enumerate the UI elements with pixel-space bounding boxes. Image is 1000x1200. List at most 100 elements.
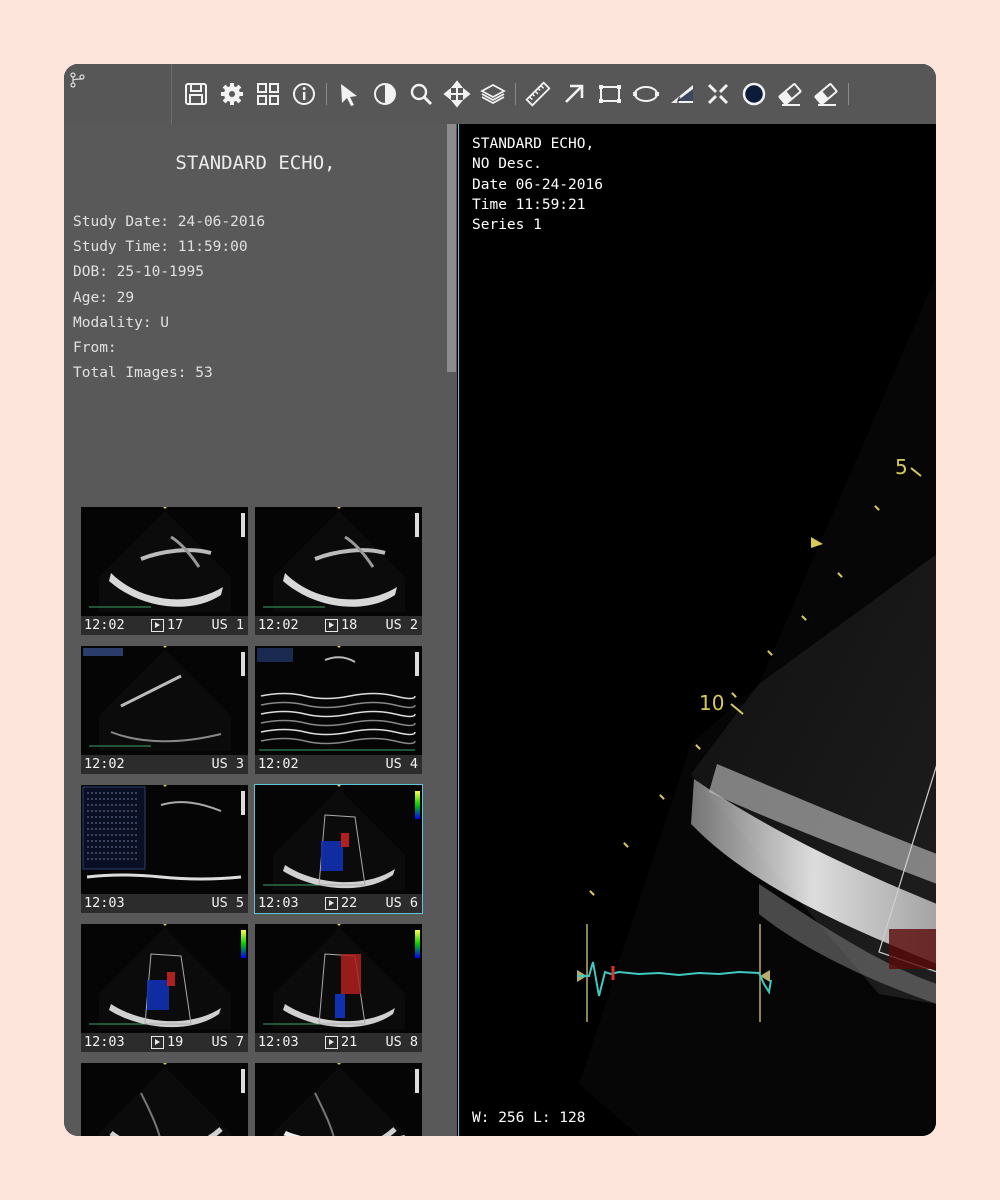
- thumbnail-series: US 4: [385, 756, 418, 772]
- ellipse-roi-button[interactable]: [628, 76, 664, 112]
- play-icon: [325, 618, 338, 632]
- study-info-line: Total Images: 53: [73, 365, 213, 382]
- thumbnail-series: US 1: [211, 617, 244, 633]
- info-icon: [293, 83, 315, 105]
- zoom-button[interactable]: [403, 76, 439, 112]
- crosshair-icon: [707, 83, 729, 105]
- save-button[interactable]: [178, 76, 214, 112]
- pointer-icon: [341, 84, 357, 106]
- overlay-line: NO Desc.: [472, 156, 542, 173]
- thumbnail-time: 12:03: [84, 895, 125, 911]
- thumbnail-frame-count: 18: [325, 617, 357, 633]
- series-thumbnail[interactable]: 12:03 19 US 7: [81, 924, 248, 1052]
- thumbnail-series: US 7: [211, 1034, 244, 1050]
- rectangle-roi-icon: [599, 85, 621, 103]
- study-info-line: Age: 29: [73, 289, 135, 306]
- study-sidebar: STANDARD ECHO, Study Date: 24-06-2016 Stu…: [64, 124, 457, 1136]
- ruler-button[interactable]: [520, 76, 556, 112]
- study-info-line: DOB: 25-10-1995: [73, 264, 204, 281]
- depth-label-10: 10: [699, 691, 724, 715]
- thumbnail-caption: 12:03 21 US 8: [255, 1033, 422, 1052]
- settings-button[interactable]: [214, 76, 250, 112]
- thumbnail-series: US 2: [385, 617, 418, 633]
- dicom-viewer-window: STANDARD ECHO, Study Date: 24-06-2016 Stu…: [64, 64, 936, 1136]
- frame-count-value: 21: [341, 1034, 358, 1050]
- thumbnail-caption: 12:03 US 5: [81, 894, 248, 913]
- study-info: Study Date: 24-06-2016 Study Time: 11:59:…: [73, 210, 265, 386]
- series-thumbnail[interactable]: 12:02 US 3: [81, 646, 248, 774]
- series-thumbnail[interactable]: 12:0318US 10: [255, 1063, 422, 1136]
- toolbar-separator: [326, 83, 327, 105]
- study-info-line: Modality: U: [73, 314, 170, 331]
- thumbnail-series: US 6: [385, 895, 418, 911]
- thumbnail-image: [89, 507, 245, 612]
- play-icon: [325, 1035, 338, 1049]
- study-title: STANDARD ECHO,: [175, 152, 336, 174]
- frame-count-value: 22: [341, 895, 358, 911]
- pointer-button[interactable]: [331, 76, 367, 112]
- info-button[interactable]: [286, 76, 322, 112]
- series-thumbnail[interactable]: 12:02 17 US 1: [81, 507, 248, 635]
- toolbar-separator: [515, 83, 516, 105]
- eraser-button[interactable]: [772, 76, 808, 112]
- study-info-line: Study Date: 24-06-2016: [73, 214, 266, 230]
- image-viewport[interactable]: 5 10 STANDARD ECHO, NO Desc. Date 06-24-20…: [458, 124, 936, 1136]
- thumbnail-image: [263, 924, 420, 1029]
- contrast-icon: [374, 83, 396, 105]
- angle-icon: [671, 85, 693, 104]
- thumbnail-frame-count: 22: [325, 895, 357, 911]
- settings-icon: [221, 83, 243, 105]
- thumbnail-frame-count: 19: [151, 1034, 183, 1050]
- angle-button[interactable]: [664, 76, 700, 112]
- sidebar-scrollbar[interactable]: [447, 124, 456, 372]
- layers-button[interactable]: [475, 76, 511, 112]
- echo-image[interactable]: 5 10: [459, 124, 936, 1136]
- crosshair-button[interactable]: [700, 76, 736, 112]
- thumbnail-time: 12:02: [258, 756, 299, 772]
- series-thumbnail[interactable]: 12:03 US 5: [81, 785, 248, 913]
- thumbnail-caption: 12:03 22 US 6: [255, 894, 422, 913]
- series-thumbnail[interactable]: 12:02 18 US 2: [255, 507, 422, 635]
- layout-grid-button[interactable]: [250, 76, 286, 112]
- circle-icon: [742, 82, 766, 106]
- rectangle-roi-button[interactable]: [592, 76, 628, 112]
- thumbnail-image: [273, 1063, 419, 1136]
- toolbar-corner[interactable]: [64, 64, 172, 124]
- thumbnail-image: [89, 924, 246, 1029]
- series-thumbnail[interactable]: 12:03 21 US 8: [255, 924, 422, 1052]
- thumbnail-image: [82, 785, 245, 881]
- thumbnail-time: 12:02: [84, 617, 125, 633]
- overlay-line: STANDARD ECHO,: [472, 136, 595, 152]
- play-icon: [151, 618, 164, 632]
- contrast-button[interactable]: [367, 76, 403, 112]
- tool-list: [178, 76, 853, 112]
- pan-icon: [443, 80, 471, 108]
- study-info-line: From:: [73, 340, 117, 357]
- ellipse-roi-icon: [633, 86, 659, 102]
- thumbnail-time: 12:03: [258, 1034, 299, 1050]
- branch-icon[interactable]: [70, 72, 86, 88]
- overlay-line: Series 1: [472, 217, 542, 234]
- arrow-button[interactable]: [556, 76, 592, 112]
- thumbnail-image: [263, 785, 420, 890]
- thumbnail-frame-count: 21: [325, 1034, 357, 1050]
- thumbnail-frame-count: 17: [151, 617, 183, 633]
- eraser-all-icon: [814, 83, 838, 106]
- circle-button[interactable]: [736, 76, 772, 112]
- thumbnail-image: [257, 646, 419, 751]
- thumbnail-caption: 12:02 US 3: [81, 755, 248, 774]
- thumbnail-time: 12:02: [84, 756, 125, 772]
- toolbar-separator: [848, 83, 849, 105]
- thumbnail-caption: 12:02 US 4: [255, 755, 422, 774]
- series-thumbnail[interactable]: 12:03 22 US 6: [254, 784, 423, 914]
- thumbnail-image: [99, 1063, 245, 1136]
- thumbnail-caption: 12:02 17 US 1: [81, 616, 248, 635]
- series-thumbnail[interactable]: 12:02 US 4: [255, 646, 422, 774]
- thumbnail-image: [263, 507, 419, 612]
- pan-button[interactable]: [439, 76, 475, 112]
- thumbnail-series: US 3: [211, 756, 244, 772]
- study-info-line: Study Time: 11:59:00: [73, 239, 248, 256]
- window-level-readout: W: 256 L: 128: [472, 1110, 586, 1126]
- eraser-all-button[interactable]: [808, 76, 844, 112]
- series-thumbnail[interactable]: 12:0319US 9: [81, 1063, 248, 1136]
